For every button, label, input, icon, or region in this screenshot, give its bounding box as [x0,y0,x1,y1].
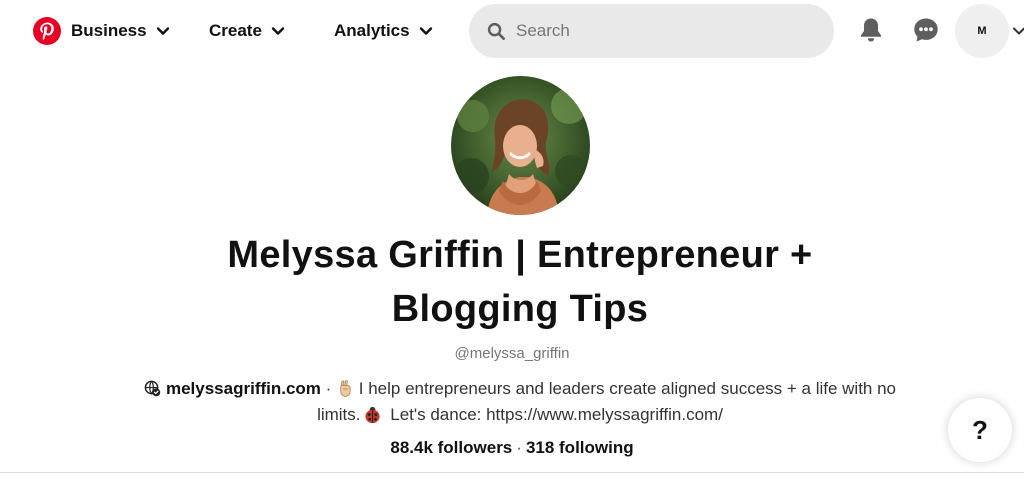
search-input[interactable] [516,21,806,41]
bell-icon [861,18,881,42]
nav-analytics-menu[interactable]: Analytics [334,18,433,44]
bio-separator: · [320,379,337,398]
nav-business-menu[interactable]: Business [71,18,170,44]
bio-text-link: Let's dance: https://www.melyssagriffin.… [385,405,723,424]
profile-handle: @melyssa_griffin [454,345,570,362]
profile-name: Melyssa Griffin | Entrepreneur + Bloggin… [152,228,888,336]
ladybug-emoji-icon [364,406,380,424]
peace-hand-emoji-icon [340,380,351,397]
profile-name-line-2: Blogging Tips [391,288,649,330]
pinterest-logo-icon[interactable] [33,17,61,45]
verified-globe-icon [144,380,161,397]
help-question-icon: ? [972,414,988,445]
account-avatar-button[interactable]: M [955,4,1009,58]
profile-bio: melyssagriffin.com · I help entrepreneur… [140,376,900,428]
account-chevron-down-icon[interactable] [1012,24,1024,38]
account-initial: M [977,25,987,37]
chevron-down-icon [419,27,432,35]
stats-separator: · [516,438,522,457]
section-divider [0,472,1024,473]
nav-analytics-label: Analytics [334,21,410,40]
profile-name-line-1: Melyssa Griffin | Entrepreneur + [227,234,813,276]
followers-count[interactable]: 88.4k followers [390,438,512,457]
chevron-down-icon [156,27,169,35]
profile-avatar-photo [451,76,590,215]
following-count[interactable]: 318 following [526,438,634,457]
nav-create-menu[interactable]: Create [209,18,285,44]
profile-stats: 88.4k followers · 318 following [0,438,1024,458]
search-icon [487,22,505,40]
messages-button[interactable] [906,10,946,50]
profile-website-link[interactable]: melyssagriffin.com [166,379,321,398]
top-navigation-bar: Business Create Analytics M [0,0,1024,62]
notifications-button[interactable] [851,10,891,50]
nav-business-label: Business [71,21,147,40]
nav-create-label: Create [209,21,262,40]
chevron-down-icon [271,27,285,35]
chat-bubble-icon [914,18,938,42]
help-button[interactable]: ? [948,398,1012,462]
search-bar[interactable] [469,4,834,58]
